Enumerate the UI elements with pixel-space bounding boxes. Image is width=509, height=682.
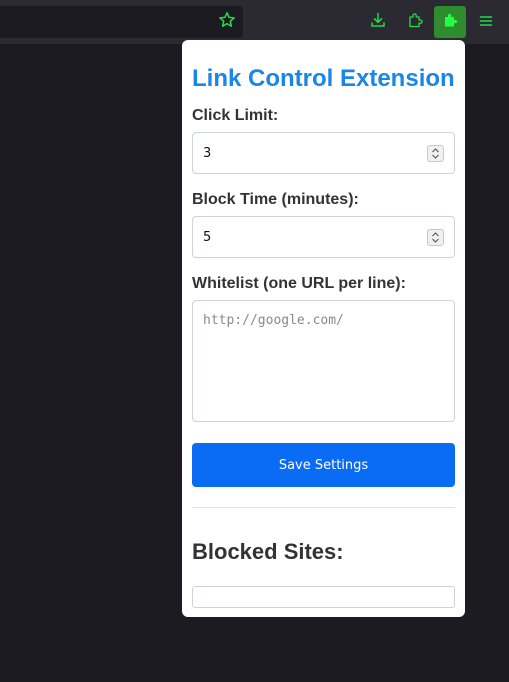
popup-title: Link Control Extension [192,65,455,92]
save-settings-button[interactable]: Save Settings [192,443,455,487]
whitelist-textarea[interactable]: http://google.com/ [192,300,455,422]
spinner-arrows-icon [432,232,439,243]
click-limit-spinner[interactable] [427,145,444,162]
downloads-button[interactable] [362,6,394,38]
spinner-arrows-icon [432,148,439,159]
blocked-sites-list [192,586,455,608]
whitelist-label: Whitelist (one URL per line): [192,275,406,292]
menu-icon [479,13,493,32]
extension-popup: Link Control Extension Click Limit: 3 Bl… [182,40,465,617]
block-time-input[interactable]: 5 [192,216,455,258]
star-icon [218,11,236,33]
url-bar[interactable] [0,6,243,38]
link-control-extension-button[interactable] [434,6,466,38]
click-limit-label: Click Limit: [192,107,279,124]
divider [192,507,455,508]
click-limit-input[interactable]: 3 [192,132,455,174]
extension-active-icon [442,12,458,32]
blocked-sites-title: Blocked Sites: [192,539,344,564]
whitelist-placeholder: http://google.com/ [203,313,344,328]
block-time-spinner[interactable] [427,229,444,246]
block-time-label: Block Time (minutes): [192,191,359,208]
bookmark-star-button[interactable] [214,7,240,37]
block-time-value: 5 [203,229,212,245]
extensions-button[interactable] [399,6,431,38]
puzzle-icon [407,12,423,32]
app-menu-button[interactable] [470,6,502,38]
click-limit-value: 3 [203,145,212,161]
download-icon [370,12,386,32]
browser-toolbar [0,0,509,44]
